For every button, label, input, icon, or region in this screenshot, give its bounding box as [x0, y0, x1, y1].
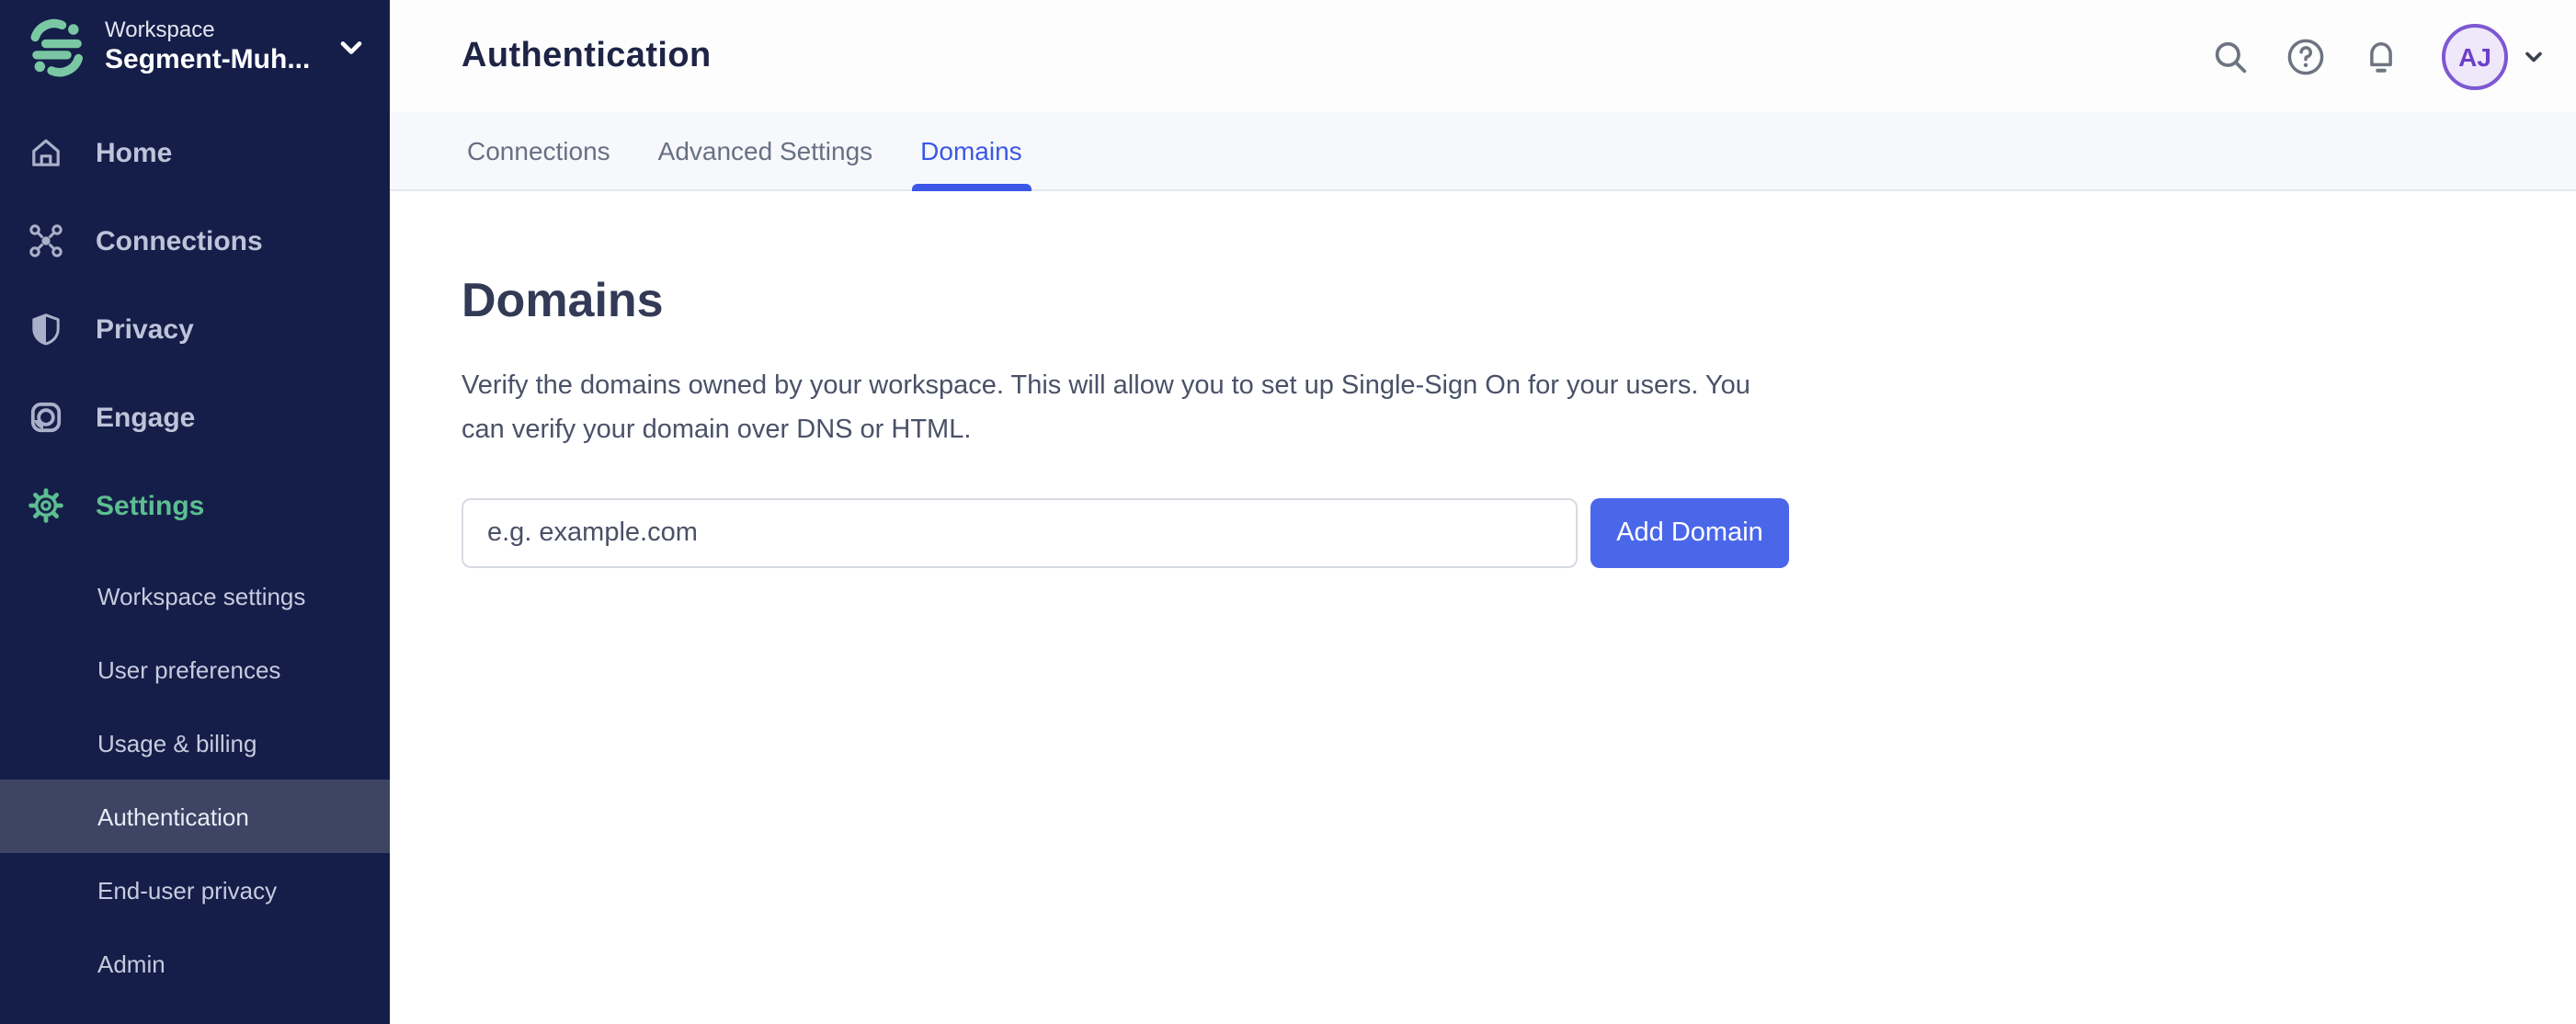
- header-actions: AJ: [2175, 23, 2547, 89]
- sidebar: Workspace Segment-Muh... Home Connection…: [0, 0, 390, 1024]
- tab-label: Connections: [467, 136, 610, 165]
- tab-label: Advanced Settings: [657, 136, 873, 165]
- sidebar-item-settings[interactable]: Settings: [0, 461, 390, 550]
- help-icon: [2287, 38, 2324, 74]
- sidebar-item-engage[interactable]: Engage: [0, 373, 390, 461]
- help-button[interactable]: [2285, 36, 2326, 76]
- domains-section: Domains Verify the domains owned by your…: [390, 191, 2576, 568]
- workspace-chevron-down-icon: [340, 41, 362, 54]
- notifications-button[interactable]: [2361, 36, 2401, 76]
- tab-bar: Connections Advanced Settings Domains: [390, 112, 2576, 191]
- subnav-item-usage-billing[interactable]: Usage & billing: [0, 706, 390, 779]
- search-icon: [2215, 40, 2247, 73]
- notifications-icon: [2370, 40, 2392, 72]
- workspace-info: Workspace Segment-Muh...: [105, 17, 310, 79]
- subnav-item-workspace-settings[interactable]: Workspace settings: [0, 559, 390, 632]
- home-icon: [32, 139, 60, 166]
- sidebar-nav: Home Connections Privacy Engage Settings…: [0, 108, 390, 1000]
- workspace-name: Segment-Muh...: [105, 44, 311, 76]
- section-description: Verify the domains owned by your workspa…: [462, 371, 1750, 445]
- sidebar-item-home[interactable]: Home: [0, 108, 390, 197]
- subnav-item-label: Workspace settings: [97, 582, 306, 609]
- app-root: Workspace Segment-Muh... Home Connection…: [0, 0, 2576, 1024]
- tab-label: Domains: [920, 136, 1022, 165]
- subnav-item-label: Authentication: [97, 802, 249, 830]
- sidebar-item-label: Connections: [96, 225, 263, 256]
- subnav-item-admin[interactable]: Admin: [0, 927, 390, 1000]
- account-menu-chevron[interactable]: [2521, 43, 2547, 69]
- workspace-switcher[interactable]: Workspace Segment-Muh...: [0, 0, 390, 96]
- connections-icon: [29, 224, 63, 257]
- section-heading: Domains: [462, 272, 664, 327]
- avatar-initials: AJ: [2458, 41, 2491, 71]
- tab-connections[interactable]: Connections: [467, 112, 610, 189]
- search-button[interactable]: [2210, 36, 2251, 76]
- settings-subnav: Workspace settings User preferences Usag…: [0, 559, 390, 1000]
- gear-icon: [28, 488, 63, 523]
- subnav-item-label: Admin: [97, 950, 165, 977]
- domain-input[interactable]: [462, 498, 1578, 568]
- chevron-down-icon: [2525, 51, 2542, 62]
- sidebar-item-connections[interactable]: Connections: [0, 197, 390, 285]
- tab-domains[interactable]: Domains: [911, 112, 1032, 191]
- shield-icon: [32, 313, 60, 346]
- subnav-item-label: Usage & billing: [97, 729, 257, 757]
- segment-logo-icon: [30, 18, 84, 77]
- avatar[interactable]: AJ: [2442, 23, 2508, 89]
- engage-icon: [30, 402, 62, 433]
- sidebar-item-label: Settings: [96, 490, 205, 521]
- subnav-item-end-user-privacy[interactable]: End-user privacy: [0, 853, 390, 927]
- sidebar-item-label: Engage: [96, 402, 196, 433]
- workspace-label: Workspace: [105, 17, 215, 43]
- tab-advanced-settings[interactable]: Advanced Settings: [658, 112, 873, 189]
- page-header: Authentication AJ: [390, 0, 2576, 112]
- subnav-item-label: User preferences: [97, 655, 281, 683]
- add-domain-button[interactable]: Add Domain: [1590, 498, 1789, 568]
- add-domain-form: Add Domain: [462, 498, 2502, 568]
- page-title: Authentication: [462, 36, 712, 74]
- subnav-item-user-preferences[interactable]: User preferences: [0, 632, 390, 706]
- subnav-item-label: End-user privacy: [97, 876, 278, 904]
- sidebar-item-privacy[interactable]: Privacy: [0, 285, 390, 373]
- sidebar-item-label: Privacy: [96, 313, 194, 345]
- main-column: Authentication AJ Connections Advanced S…: [390, 0, 2576, 1024]
- subnav-item-authentication[interactable]: Authentication: [0, 779, 390, 853]
- sidebar-item-label: Home: [96, 137, 173, 168]
